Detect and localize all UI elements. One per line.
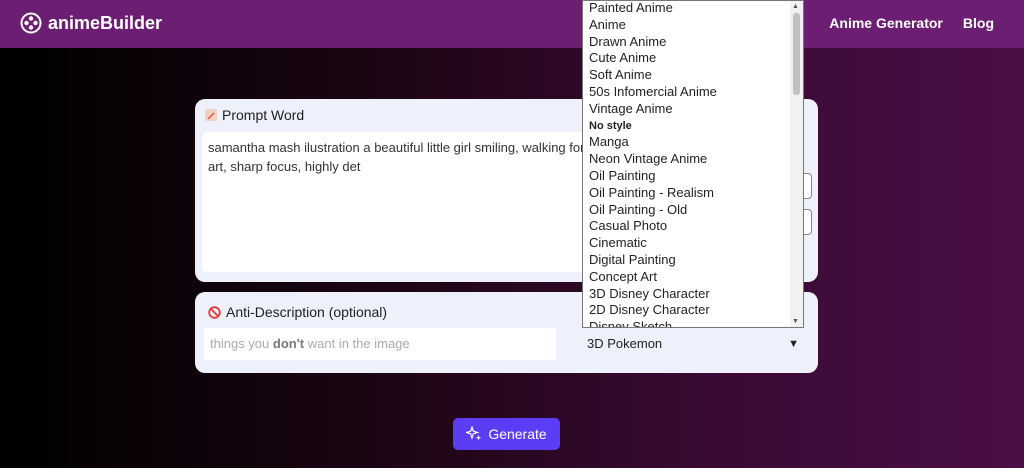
- side-control-bottom[interactable]: [804, 209, 812, 235]
- style-option[interactable]: Anime: [583, 17, 791, 34]
- style-option[interactable]: Neon Vintage Anime: [583, 151, 791, 168]
- style-option[interactable]: Digital Painting: [583, 252, 791, 269]
- style-option[interactable]: 2D Disney Character: [583, 302, 791, 319]
- anti-description-input[interactable]: things you don't want in the image: [204, 328, 556, 360]
- placeholder-pre: things you: [210, 336, 273, 351]
- style-option[interactable]: Manga: [583, 134, 791, 151]
- style-select-value: 3D Pokemon: [587, 336, 663, 351]
- style-option[interactable]: Oil Painting: [583, 168, 791, 185]
- nav-links: on Anime Generator Blog: [672, 15, 994, 31]
- logo[interactable]: animeBuilder: [20, 12, 162, 34]
- style-option[interactable]: Concept Art: [583, 269, 791, 286]
- prompt-label-text: Prompt Word: [222, 107, 305, 123]
- style-option[interactable]: Oil Painting - Old: [583, 202, 791, 219]
- nav-item-anime-generator[interactable]: Anime Generator: [829, 15, 943, 31]
- sparkle-icon: [466, 426, 482, 441]
- style-option[interactable]: Painted Anime: [583, 1, 791, 17]
- nav-item-blog[interactable]: Blog: [963, 15, 994, 31]
- style-options: Painted Anime Anime Drawn Anime Cute Anime S…: [583, 1, 791, 327]
- style-dropdown-list[interactable]: Painted Anime Anime Drawn Anime Cute Anime S…: [582, 0, 804, 328]
- logo-text: animeBuilder: [48, 12, 163, 33]
- dropdown-scrollbar[interactable]: ▲ ▼: [790, 1, 803, 327]
- scroll-up-icon[interactable]: ▲: [792, 3, 799, 10]
- scroll-down-icon[interactable]: ▼: [792, 318, 799, 325]
- style-option[interactable]: 3D Disney Character: [583, 286, 791, 303]
- generate-button[interactable]: Generate: [453, 418, 560, 450]
- prompt-label: Prompt Word: [205, 107, 304, 123]
- top-navbar: animeBuilder on Anime Generator Blog: [0, 0, 1024, 48]
- style-option[interactable]: No style: [583, 118, 791, 135]
- style-option[interactable]: Cinematic: [583, 235, 791, 252]
- side-control-top[interactable]: [804, 173, 812, 199]
- prohibited-icon: [208, 305, 221, 319]
- style-option[interactable]: Soft Anime: [583, 67, 791, 84]
- style-select[interactable]: 3D Pokemon ▼: [581, 330, 805, 358]
- style-option[interactable]: Cute Anime: [583, 50, 791, 67]
- style-option[interactable]: Casual Photo: [583, 218, 791, 235]
- chevron-down-icon: ▼: [788, 338, 799, 350]
- anti-description-label: Anti-Description (optional): [208, 304, 387, 320]
- style-option[interactable]: 50s Infomercial Anime: [583, 84, 791, 101]
- generate-label: Generate: [488, 426, 547, 442]
- anti-description-label-text: Anti-Description (optional): [226, 304, 388, 320]
- placeholder-bold: don't: [272, 336, 305, 351]
- style-option[interactable]: Disney Sketch: [583, 319, 791, 327]
- pencil-icon: [205, 109, 217, 121]
- style-option[interactable]: Vintage Anime: [583, 101, 791, 118]
- style-option[interactable]: Oil Painting - Realism: [583, 185, 791, 202]
- scroll-thumb[interactable]: [793, 13, 800, 95]
- style-option[interactable]: Drawn Anime: [583, 34, 791, 51]
- placeholder-post: want in the image: [304, 336, 410, 351]
- film-reel-icon: [20, 12, 42, 34]
